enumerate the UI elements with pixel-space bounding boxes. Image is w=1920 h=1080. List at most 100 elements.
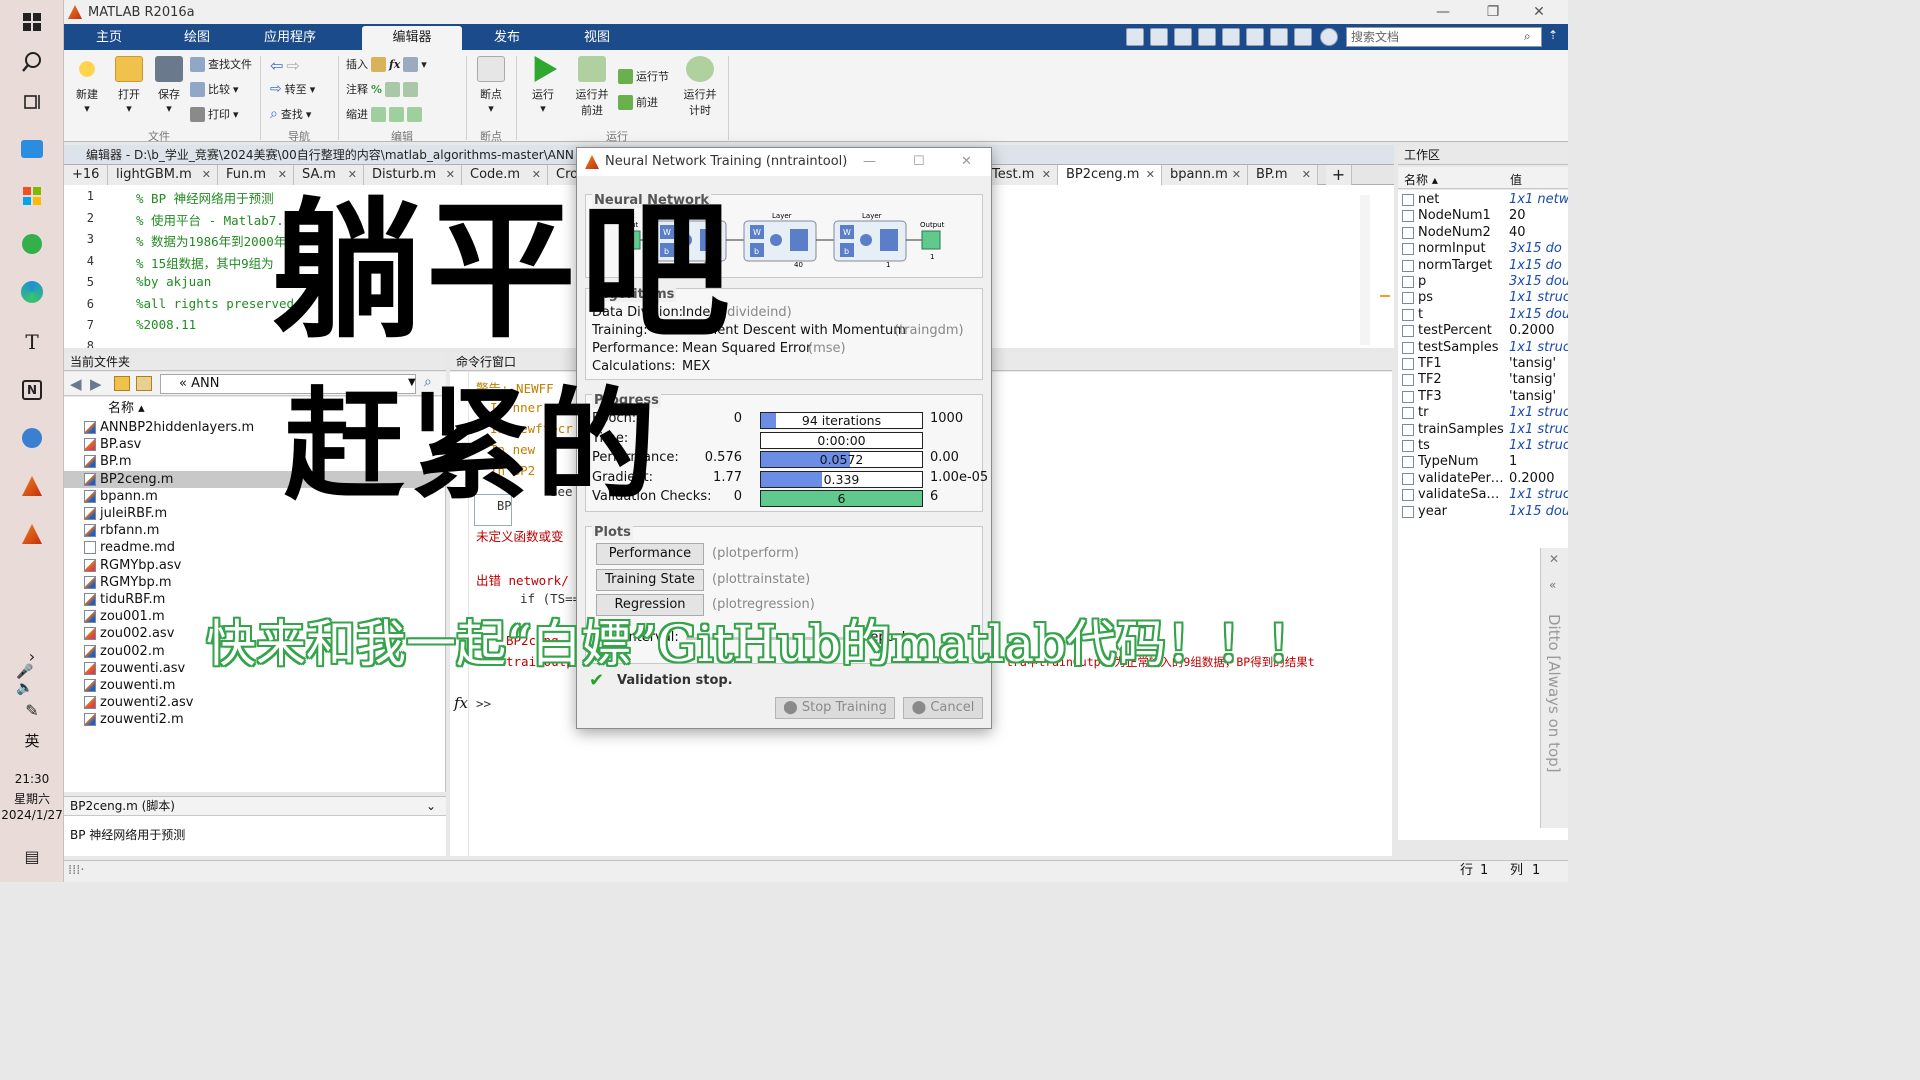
workspace-variable[interactable]: ps 1x1 struc bbox=[1398, 290, 1568, 306]
fx-icon[interactable]: fx bbox=[389, 58, 400, 71]
new-button[interactable]: 新建 ▾ bbox=[68, 56, 106, 115]
indent-button[interactable]: 缩进 bbox=[346, 106, 422, 122]
close-icon[interactable]: ✕ bbox=[1549, 552, 1559, 566]
cmd-error-line[interactable]: 出错 network/ bbox=[476, 570, 569, 589]
cmd-prompt[interactable]: >> bbox=[476, 696, 491, 711]
file-item[interactable]: BP2ceng.m bbox=[64, 470, 444, 488]
plot-button[interactable]: Performance bbox=[596, 543, 704, 565]
forward-arrow-icon[interactable]: ▶ bbox=[90, 375, 102, 393]
close-tab-icon[interactable]: ✕ bbox=[278, 165, 287, 185]
restore-icon[interactable]: ❐ bbox=[1470, 0, 1516, 24]
column-name-header[interactable]: 名称 ▴ bbox=[1404, 171, 1438, 188]
up-folder-icon[interactable] bbox=[114, 376, 130, 391]
workspace-variable[interactable]: normInput 3x15 do bbox=[1398, 241, 1568, 257]
copy-icon[interactable] bbox=[1198, 28, 1216, 46]
paste-icon[interactable] bbox=[1222, 28, 1240, 46]
workspace-variable[interactable]: t 1x15 dou bbox=[1398, 307, 1568, 323]
search-icon[interactable]: ⌕ bbox=[1524, 29, 1538, 43]
editor-tab[interactable]: Code.m ✕ bbox=[462, 165, 548, 185]
plot-button[interactable]: Training State bbox=[596, 568, 704, 591]
file-item[interactable]: zouwenti.m bbox=[64, 677, 444, 694]
file-item[interactable]: zou002.asv bbox=[64, 625, 444, 642]
code-line[interactable]: % 数据为1986年到2000年的 bbox=[136, 231, 299, 250]
app-icon[interactable] bbox=[16, 228, 48, 260]
nntraintool-titlebar[interactable]: Neural Network Training (nntraintool) — … bbox=[577, 148, 991, 176]
plot-interval-slider[interactable] bbox=[686, 637, 846, 640]
file-item[interactable]: zouwenti2.m bbox=[64, 711, 444, 728]
editor-tab[interactable]: BP.m ✕ bbox=[1248, 165, 1318, 185]
run-section-button[interactable]: 运行节 bbox=[618, 68, 669, 84]
find-files-button[interactable]: 查找文件 bbox=[190, 56, 252, 72]
file-item[interactable]: zouwenti.asv bbox=[64, 660, 444, 677]
workspace-variable[interactable]: tr 1x1 struc bbox=[1398, 405, 1568, 421]
save-button[interactable]: 保存 ▾ bbox=[150, 56, 188, 115]
workspace-variable[interactable]: validateSam... 1x1 struc bbox=[1398, 487, 1568, 503]
store-icon[interactable] bbox=[16, 180, 48, 212]
close-tab-icon[interactable]: ✕ bbox=[446, 165, 455, 185]
comment-button[interactable]: 注释% bbox=[346, 81, 419, 97]
quick-access-icon[interactable] bbox=[1126, 28, 1144, 46]
task-view-icon[interactable] bbox=[16, 86, 48, 118]
file-item[interactable]: zouwenti2.asv bbox=[64, 694, 444, 711]
open-button[interactable]: 打开 ▾ bbox=[110, 56, 148, 115]
close-tab-icon[interactable]: ✕ bbox=[1302, 165, 1311, 185]
cmd-line[interactable]: In BP2 bbox=[490, 463, 535, 478]
close-tab-icon[interactable]: ✕ bbox=[1232, 165, 1241, 185]
insert-button[interactable]: 插入 fx ▾ bbox=[346, 56, 427, 72]
help-icon[interactable] bbox=[1320, 28, 1338, 46]
file-item[interactable]: ANNBP2hiddenlayers.m bbox=[64, 419, 444, 436]
close-tab-icon[interactable]: ✕ bbox=[1042, 165, 1051, 185]
path-dropdown-icon[interactable]: ▼ bbox=[408, 377, 416, 388]
new-tab-plus-icon[interactable]: + bbox=[1326, 165, 1352, 185]
compare-button[interactable]: 比较 ▾ bbox=[190, 81, 239, 97]
search-documentation-input[interactable]: 搜索文档 bbox=[1346, 27, 1542, 47]
back-arrow-icon[interactable]: ◀ bbox=[70, 375, 82, 393]
workspace-variable[interactable]: net 1x1 netw bbox=[1398, 192, 1568, 208]
minimize-icon[interactable]: — bbox=[863, 148, 876, 176]
workspace-variable[interactable]: normTarget 1x15 do bbox=[1398, 258, 1568, 274]
workspace-variable[interactable]: p 3x15 dou bbox=[1398, 274, 1568, 290]
editor-scrollbar[interactable] bbox=[1360, 195, 1370, 345]
code-line[interactable]: %all rights preserved bbox=[136, 296, 294, 311]
notion-icon[interactable]: N bbox=[16, 374, 48, 406]
minimize-icon[interactable]: — bbox=[1420, 0, 1466, 24]
save-quick-icon[interactable] bbox=[1150, 28, 1168, 46]
plot-button[interactable]: Regression bbox=[596, 594, 704, 616]
workspace-variable[interactable]: trainSamples 1x1 struc bbox=[1398, 422, 1568, 438]
back-button[interactable]: ⇦ ⇨ bbox=[270, 56, 300, 75]
close-tab-icon[interactable]: ✕ bbox=[348, 165, 357, 185]
workspace-variable[interactable]: validatePerc... 0.2000 bbox=[1398, 471, 1568, 487]
editor-tab[interactable]: Disturb.m ✕ bbox=[364, 165, 462, 185]
switch-windows-icon[interactable] bbox=[1294, 28, 1312, 46]
editor-tab[interactable]: Test.m ✕ bbox=[984, 165, 1058, 185]
file-item[interactable]: tiduRBF.m bbox=[64, 591, 444, 608]
editor-tab[interactable]: Fun.m ✕ bbox=[218, 165, 294, 185]
tab-publish[interactable]: 发布 bbox=[466, 26, 548, 50]
cmd-line[interactable]: In nnerr. bbox=[490, 400, 558, 415]
workspace-variable[interactable]: TF2 'tansig' bbox=[1398, 372, 1568, 388]
editor-tab[interactable]: Cro bbox=[548, 165, 578, 185]
file-item[interactable]: zou001.m bbox=[64, 608, 444, 625]
editor-tab[interactable]: SA.m ✕ bbox=[294, 165, 364, 185]
folder-path-field[interactable]: « ANN bbox=[160, 374, 416, 394]
search-folder-icon[interactable]: ⌕ bbox=[424, 374, 432, 390]
maximize-icon[interactable]: ☐ bbox=[913, 148, 925, 176]
column-name-header[interactable]: 名称 ▴ bbox=[100, 401, 145, 416]
undo-icon[interactable] bbox=[1246, 28, 1264, 46]
edge-browser-icon[interactable] bbox=[16, 276, 48, 308]
file-item[interactable]: RGMYbp.m bbox=[64, 574, 444, 591]
editor-tab[interactable]: bpann.m ✕ bbox=[1162, 165, 1248, 185]
code-line[interactable]: % BP 神经网络用于预测 bbox=[136, 188, 274, 207]
workspace-variable[interactable]: testSamples 1x1 struc bbox=[1398, 340, 1568, 356]
code-line[interactable]: %2008.11 bbox=[136, 317, 196, 332]
tab-editor[interactable]: 编辑器 bbox=[362, 26, 462, 50]
tab-view[interactable]: 视图 bbox=[554, 26, 640, 50]
cmd-line[interactable]: In new bbox=[490, 442, 535, 457]
typora-icon[interactable]: T bbox=[16, 326, 48, 358]
file-item[interactable]: readme.md bbox=[64, 539, 444, 556]
ime-indicator[interactable]: 英 bbox=[0, 730, 64, 751]
matlab-taskbar-icon-2[interactable] bbox=[16, 518, 48, 550]
close-tab-icon[interactable]: ✕ bbox=[1146, 165, 1155, 185]
file-item[interactable]: RGMYbp.asv bbox=[64, 557, 444, 574]
file-explorer-icon[interactable] bbox=[16, 133, 48, 165]
